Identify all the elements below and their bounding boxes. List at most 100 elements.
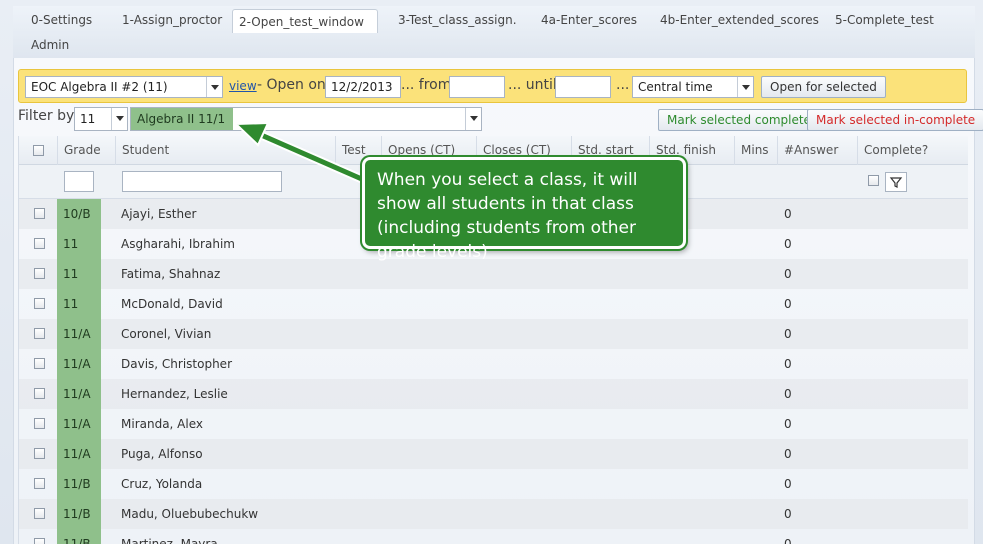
table-row[interactable]: 11/A Coronel, Vivian 0 xyxy=(19,319,968,349)
row-grade: 11/A xyxy=(63,387,91,401)
row-checkbox[interactable] xyxy=(34,508,45,519)
grid-rows: 10/B Ajayi, Esther 0 11 Asgharahi, Ibrah… xyxy=(19,199,968,544)
open-date-input[interactable]: 12/2/2013 xyxy=(325,76,401,98)
table-row[interactable]: 11/A Hernandez, Leslie 0 xyxy=(19,379,968,409)
tab-settings[interactable]: 0-Settings xyxy=(25,8,98,32)
row-student: McDonald, David xyxy=(121,297,223,311)
row-student: Cruz, Yolanda xyxy=(121,477,203,491)
row-student: Coronel, Vivian xyxy=(121,327,212,341)
row-student: Martinez, Mayra xyxy=(121,537,218,544)
row-grade: 11/B xyxy=(63,477,91,491)
row-student: Ajayi, Esther xyxy=(121,207,197,221)
row-student: Davis, Christopher xyxy=(121,357,232,371)
mark-incomplete-button[interactable]: Mark selected in-complete xyxy=(807,109,983,131)
student-filter-input[interactable] xyxy=(122,171,282,192)
mark-complete-button[interactable]: Mark selected complete xyxy=(658,109,820,131)
row-answers: 0 xyxy=(784,297,792,311)
chevron-down-icon xyxy=(111,108,127,130)
row-checkbox[interactable] xyxy=(34,478,45,489)
select-all-checkbox[interactable] xyxy=(33,145,44,156)
header-answer[interactable]: #Answer xyxy=(777,136,857,165)
tab-enter-extended-scores[interactable]: 4b-Enter_extended_scores xyxy=(654,8,825,32)
row-answers: 0 xyxy=(784,477,792,491)
open-test-bar: EOC Algebra II #2 (11) view - Open on 12… xyxy=(18,69,967,103)
row-answers: 0 xyxy=(784,537,792,544)
row-checkbox[interactable] xyxy=(34,238,45,249)
row-checkbox[interactable] xyxy=(34,358,45,369)
header-mins[interactable]: Mins xyxy=(734,136,777,165)
row-grade: 11 xyxy=(63,297,79,311)
row-checkbox[interactable] xyxy=(34,328,45,339)
complete-filter-checkbox[interactable] xyxy=(868,175,879,186)
row-student: Puga, Alfonso xyxy=(121,447,203,461)
timezone-select[interactable]: Central time xyxy=(632,76,754,98)
callout-bubble: When you select a class, it will show al… xyxy=(362,157,686,262)
table-row[interactable]: 11/B Madu, Oluebubechukw 0 xyxy=(19,499,968,529)
tab-strip: 0-Settings 1-Assign_proctor 2-Open_test_… xyxy=(13,6,975,58)
table-row[interactable]: 11 Fatima, Shahnaz 0 xyxy=(19,259,968,289)
open-date-value: 12/2/2013 xyxy=(331,80,393,94)
header-student[interactable]: Student xyxy=(115,136,335,165)
row-grade: 11 xyxy=(63,237,79,251)
from-time-input[interactable] xyxy=(449,76,505,98)
filter-icon[interactable] xyxy=(885,172,907,192)
class-filter-select[interactable]: Algebra II 11/1 xyxy=(130,107,482,131)
row-grade: 11/A xyxy=(63,327,91,341)
row-grade: 11/A xyxy=(63,447,91,461)
row-checkbox[interactable] xyxy=(34,388,45,399)
tab-assign-proctor[interactable]: 1-Assign_proctor xyxy=(116,8,228,32)
row-checkbox[interactable] xyxy=(34,298,45,309)
tab-enter-scores[interactable]: 4a-Enter_scores xyxy=(535,8,643,32)
chevron-down-icon xyxy=(206,77,222,97)
row-answers: 0 xyxy=(784,507,792,521)
callout-text: When you select a class, it will show al… xyxy=(377,170,638,262)
tab-open-test-window[interactable]: 2-Open_test_window xyxy=(232,9,378,33)
tab-admin[interactable]: Admin xyxy=(25,33,75,57)
header-grade[interactable]: Grade xyxy=(57,136,121,165)
row-grade: 11/B xyxy=(63,537,91,544)
table-row[interactable]: 11 McDonald, David 0 xyxy=(19,289,968,319)
row-student: Asgharahi, Ibrahim xyxy=(121,237,235,251)
header-complete[interactable]: Complete? xyxy=(857,136,968,165)
row-checkbox[interactable] xyxy=(34,268,45,279)
until-label: ... until xyxy=(508,77,557,93)
table-row[interactable]: 11/B Cruz, Yolanda 0 xyxy=(19,469,968,499)
row-grade: 11/A xyxy=(63,357,91,371)
row-checkbox[interactable] xyxy=(34,538,45,544)
row-checkbox[interactable] xyxy=(34,208,45,219)
table-row[interactable]: 11/B Martinez, Mayra 0 xyxy=(19,529,968,544)
test-select-value: EOC Algebra II #2 (11) xyxy=(31,80,168,94)
row-answers: 0 xyxy=(784,357,792,371)
row-student: Miranda, Alex xyxy=(121,417,203,431)
timezone-value: Central time xyxy=(638,80,713,94)
app-window: 0-Settings 1-Assign_proctor 2-Open_test_… xyxy=(0,0,983,544)
tab-test-class-assign[interactable]: 3-Test_class_assign. xyxy=(392,8,523,32)
open-for-selected-button[interactable]: Open for selected xyxy=(761,76,886,98)
table-row[interactable]: 11/A Miranda, Alex 0 xyxy=(19,409,968,439)
row-answers: 0 xyxy=(784,387,792,401)
chevron-down-icon xyxy=(737,77,753,97)
table-row[interactable]: 11/A Davis, Christopher 0 xyxy=(19,349,968,379)
filter-by-label: Filter by xyxy=(18,108,75,124)
row-answers: 0 xyxy=(784,417,792,431)
row-answers: 0 xyxy=(784,267,792,281)
row-answers: 0 xyxy=(784,447,792,461)
from-label: ... from xyxy=(401,77,452,93)
until-time-input[interactable] xyxy=(555,76,611,98)
open-on-label: - Open on xyxy=(257,77,326,93)
row-checkbox[interactable] xyxy=(34,418,45,429)
row-answers: 0 xyxy=(784,207,792,221)
row-answers: 0 xyxy=(784,237,792,251)
view-link[interactable]: view xyxy=(229,79,257,93)
grade-filter-input[interactable] xyxy=(64,171,94,192)
row-grade: 11 xyxy=(63,267,79,281)
row-checkbox[interactable] xyxy=(34,448,45,459)
chevron-down-icon xyxy=(465,108,481,130)
table-row[interactable]: 11/A Puga, Alfonso 0 xyxy=(19,439,968,469)
row-grade: 10/B xyxy=(63,207,91,221)
row-answers: 0 xyxy=(784,327,792,341)
tab-complete-test[interactable]: 5-Complete_test xyxy=(829,8,940,32)
test-select[interactable]: EOC Algebra II #2 (11) xyxy=(25,76,223,98)
row-student: Madu, Oluebubechukw xyxy=(121,507,259,521)
grade-filter-select[interactable]: 11 xyxy=(74,107,128,131)
